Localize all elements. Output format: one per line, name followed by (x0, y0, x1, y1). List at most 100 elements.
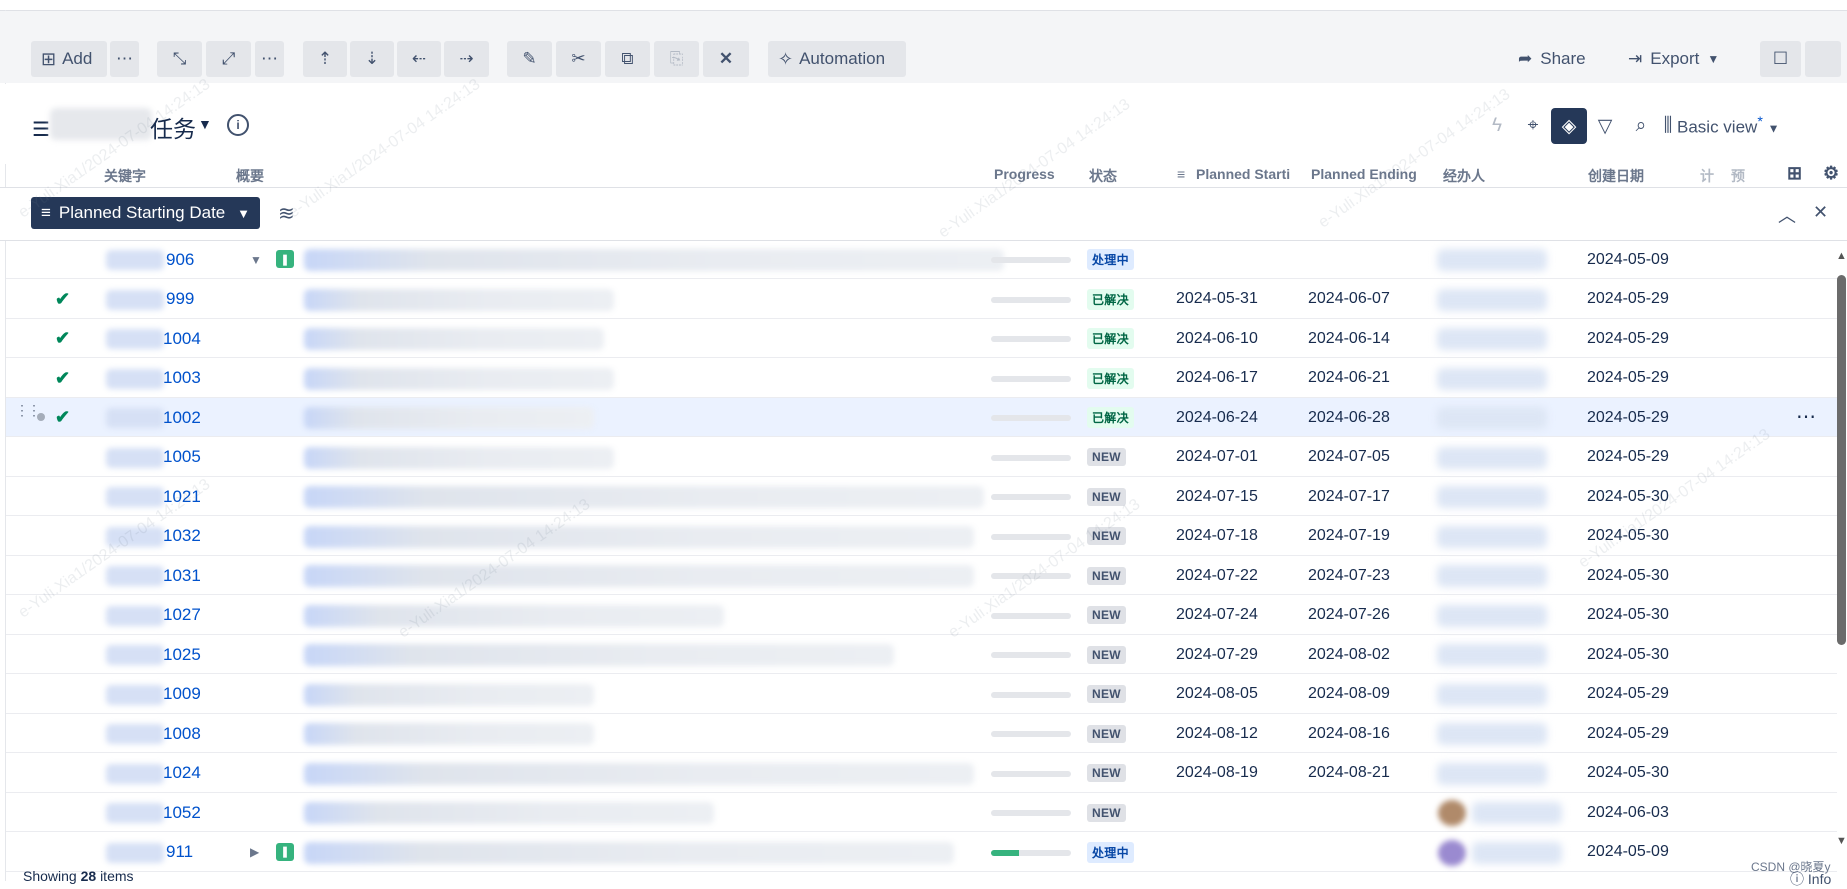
planned-start-date[interactable]: 2024-08-19 (1176, 764, 1258, 782)
layers-icon[interactable]: ◈ (1551, 108, 1587, 144)
summary-redacted[interactable] (304, 328, 604, 350)
edit-button[interactable]: ✎ (507, 41, 552, 77)
table-row[interactable]: 1031 NEW 2024-07-22 2024-07-23 2024-05-30 (6, 556, 1837, 595)
assignee-redacted[interactable] (1472, 841, 1562, 864)
summary-redacted[interactable] (304, 486, 984, 508)
assignee-redacted[interactable] (1437, 723, 1547, 745)
status-badge[interactable]: NEW (1087, 803, 1126, 822)
status-badge[interactable]: 已解决 (1087, 367, 1134, 389)
column-header-extra2[interactable]: 预 (1731, 166, 1745, 188)
copy-button[interactable]: ⧉ (605, 41, 650, 77)
planned-end-date[interactable]: 2024-07-19 (1308, 527, 1390, 545)
close-icon[interactable]: ✕ (1813, 202, 1828, 223)
planned-end-date[interactable]: 2024-06-14 (1308, 330, 1390, 348)
planned-start-date[interactable]: 2024-08-05 (1176, 685, 1258, 703)
row-more-icon[interactable]: ⋯ (1796, 404, 1816, 429)
add-grouping-icon[interactable]: ≋ (278, 201, 295, 226)
planned-end-date[interactable]: 2024-07-23 (1308, 567, 1390, 585)
scroll-up-arrow-icon[interactable]: ▲ (1836, 250, 1847, 262)
summary-redacted[interactable] (304, 525, 974, 548)
table-row[interactable]: ✔ 1003 已解决 2024-06-17 2024-06-21 2024-05-29 (6, 359, 1837, 398)
planned-start-date[interactable]: 2024-06-24 (1176, 409, 1258, 427)
planned-end-date[interactable]: 2024-07-26 (1308, 606, 1390, 624)
planned-start-date[interactable]: 2024-07-29 (1176, 646, 1258, 664)
planned-start-date[interactable]: 2024-08-12 (1176, 725, 1258, 743)
table-row[interactable]: 911 ▶ ❚ 处理中 2024-05-09 (6, 833, 1837, 872)
planned-end-date[interactable]: 2024-06-07 (1308, 290, 1390, 308)
planned-start-date[interactable]: 2024-07-15 (1176, 488, 1258, 506)
summary-redacted[interactable] (304, 762, 974, 785)
collapse-all-button[interactable]: ⤢ (206, 41, 251, 77)
issue-key-link[interactable]: 1025 (163, 645, 201, 665)
table-row[interactable]: 1024 NEW 2024-08-19 2024-08-21 2024-05-30 (6, 754, 1837, 793)
view-selector[interactable]: Basic view* ▼ (1677, 114, 1779, 138)
expand-all-button[interactable]: ⤡ (157, 41, 202, 77)
issue-key-link[interactable]: 999 (166, 289, 194, 309)
status-badge[interactable]: NEW (1087, 527, 1126, 545)
export-button[interactable]: ⇥ Export ▼ (1628, 41, 1719, 77)
issue-key-link[interactable]: 1031 (163, 566, 201, 586)
structure-menu-chevron-icon[interactable]: ▼ (198, 116, 212, 132)
add-button[interactable]: ⊞ Add (31, 41, 107, 77)
status-badge[interactable]: 已解决 (1087, 407, 1134, 428)
table-row[interactable]: 1005 NEW 2024-07-01 2024-07-05 2024-05-29 (6, 438, 1837, 477)
drag-handle-icon[interactable]: ⋮⋮ (15, 403, 41, 417)
delete-button[interactable]: ✕ (703, 41, 749, 77)
table-row[interactable]: 1025 NEW 2024-07-29 2024-08-02 2024-05-30 (6, 635, 1837, 674)
planned-end-date[interactable]: 2024-08-16 (1308, 725, 1390, 743)
summary-redacted[interactable] (304, 723, 594, 745)
group-by-button[interactable]: ≡ Planned Starting Date ▼ (31, 197, 260, 229)
status-badge[interactable]: 处理中 (1087, 249, 1134, 270)
summary-redacted[interactable] (304, 367, 614, 390)
cut-button[interactable]: ✂ (556, 41, 601, 77)
issue-key-link[interactable]: 911 (166, 842, 193, 862)
column-header-extra1[interactable]: 计 (1700, 166, 1714, 188)
table-row[interactable]: 1021 NEW 2024-07-15 2024-07-17 2024-05-30 (6, 477, 1837, 516)
structure-title[interactable]: 任务 (150, 110, 196, 144)
status-badge[interactable]: NEW (1087, 487, 1126, 506)
table-row[interactable]: ✔ 1004 已解决 2024-06-10 2024-06-14 2024-05-29 (6, 319, 1837, 358)
summary-redacted[interactable] (304, 802, 714, 824)
toolbar-extra-button[interactable] (1805, 41, 1841, 77)
column-header-planned-end[interactable]: Planned Ending (1311, 166, 1417, 188)
issue-key-link[interactable]: 906 (166, 250, 194, 270)
column-header-summary[interactable]: 概要 (236, 166, 264, 188)
info-icon[interactable]: i (227, 114, 249, 136)
summary-redacted[interactable] (304, 288, 614, 311)
issue-key-link[interactable]: 1003 (163, 368, 201, 388)
assignee-redacted[interactable] (1437, 565, 1547, 587)
assignee-redacted[interactable] (1437, 683, 1547, 706)
automation-button[interactable]: ✧ Automation (768, 41, 906, 77)
search-icon[interactable]: ⌕ (1623, 108, 1659, 144)
pin-icon[interactable]: ⌖ (1515, 108, 1551, 144)
assignee-redacted[interactable] (1437, 644, 1547, 666)
status-badge[interactable]: 已解决 (1087, 328, 1134, 349)
assignee-redacted[interactable] (1437, 446, 1547, 469)
column-header-created[interactable]: 创建日期 (1588, 166, 1644, 188)
column-header-key[interactable]: 关键字 (104, 166, 146, 188)
status-badge[interactable]: NEW (1087, 606, 1126, 624)
assignee-redacted[interactable] (1437, 249, 1547, 271)
planned-start-date[interactable]: 2024-06-10 (1176, 330, 1258, 348)
planned-start-date[interactable]: 2024-07-01 (1176, 448, 1258, 466)
planned-start-date[interactable]: 2024-07-24 (1176, 606, 1258, 624)
issue-key-link[interactable]: 1008 (163, 724, 201, 744)
issue-key-link[interactable]: 1024 (163, 763, 201, 783)
planned-end-date[interactable]: 2024-07-05 (1308, 448, 1390, 466)
issue-key-link[interactable]: 1021 (163, 487, 201, 507)
assignee-redacted[interactable] (1472, 802, 1562, 824)
table-row[interactable]: ⋮⋮ ✔ 1002 已解决 2024-06-24 2024-06-28 2024-05-29… (6, 398, 1837, 437)
table-row[interactable]: 1052 NEW 2024-06-03 (6, 793, 1837, 832)
assignee-redacted[interactable] (1437, 328, 1547, 350)
status-badge[interactable]: NEW (1087, 448, 1126, 466)
assignee-redacted[interactable] (1437, 407, 1547, 429)
table-row[interactable]: 1032 NEW 2024-07-18 2024-07-19 2024-05-30 (6, 517, 1837, 556)
planned-end-date[interactable]: 2024-08-21 (1308, 764, 1390, 782)
issue-key-link[interactable]: 1002 (163, 408, 201, 428)
planned-start-date[interactable]: 2024-06-17 (1176, 369, 1258, 387)
paste-button[interactable]: ⎘ (654, 41, 699, 77)
assignee-redacted[interactable] (1437, 525, 1547, 548)
table-row[interactable]: 1008 NEW 2024-08-12 2024-08-16 2024-05-29 (6, 714, 1837, 753)
table-row[interactable]: 906 ▼ ❚ 处理中 2024-05-09 (6, 240, 1837, 279)
add-column-icon[interactable]: ⊞ (1787, 163, 1802, 185)
